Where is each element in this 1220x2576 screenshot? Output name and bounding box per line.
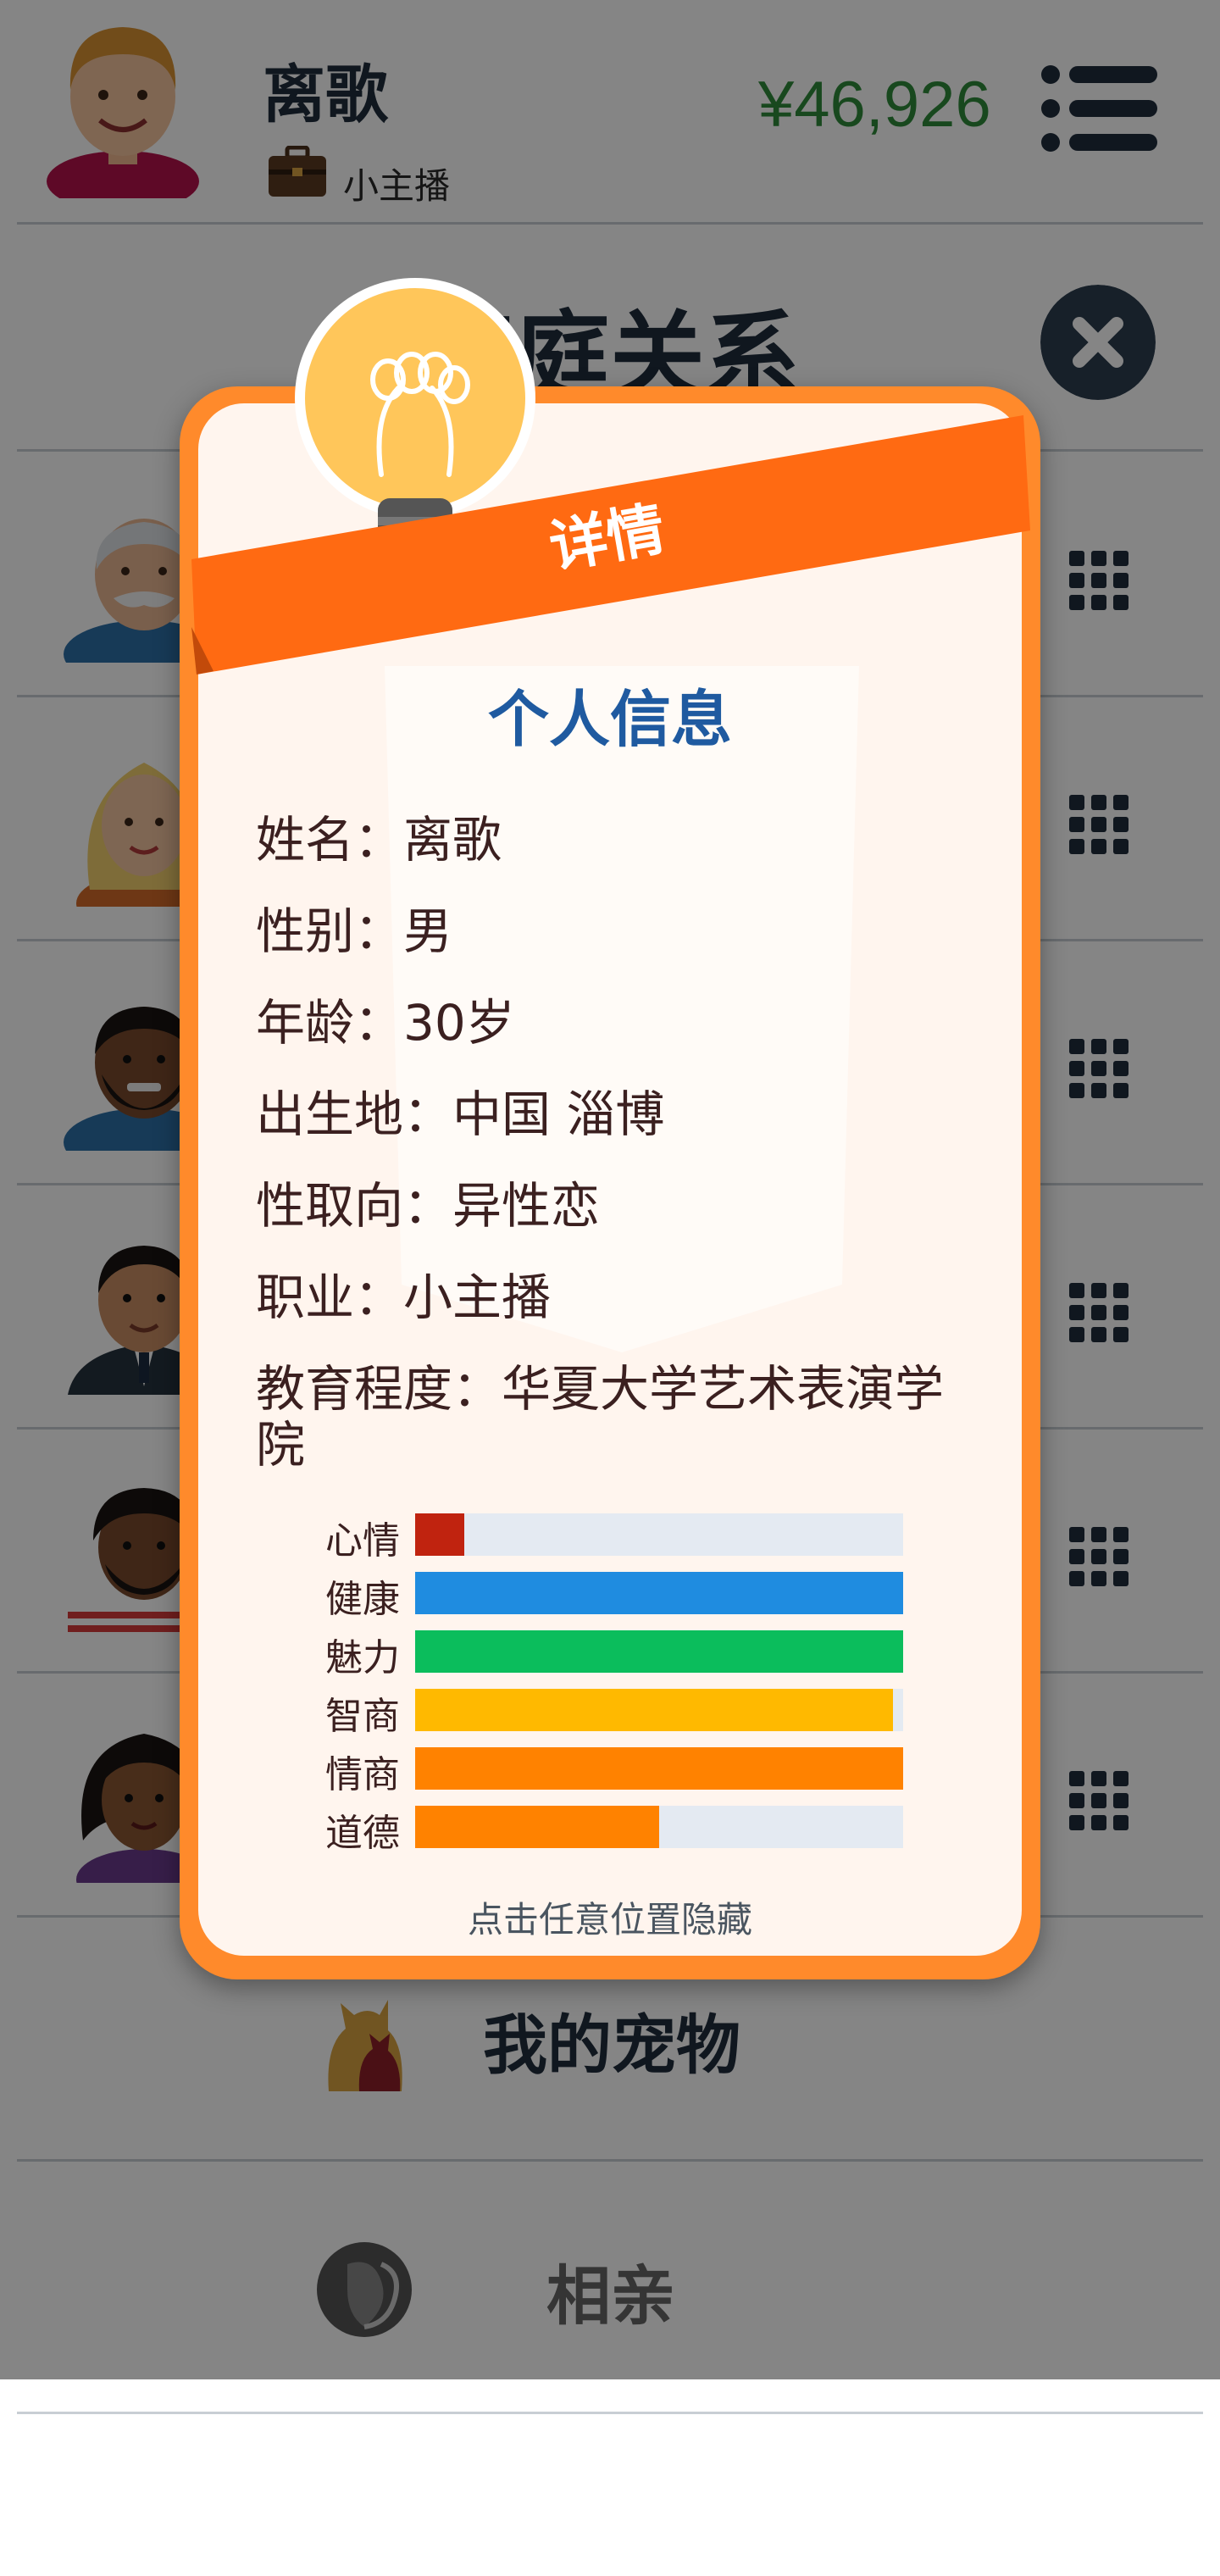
info-title: 个人信息 <box>487 684 732 755</box>
stat-track <box>415 1630 903 1673</box>
info-name: 姓名：离歌 <box>256 811 502 869</box>
page: 离歌 小主播 ¥46,926 家庭关系 我的宠物 相亲 详情 个人信息 姓名：离… <box>0 0 1220 2576</box>
stat-label: 魅力 <box>325 1636 400 1679</box>
stat-track <box>415 1513 903 1556</box>
info-age: 年龄：30岁 <box>256 994 515 1052</box>
stat-fill <box>415 1806 659 1848</box>
dismiss-hint: 点击任意位置隐藏 <box>467 1899 752 1940</box>
stat-track <box>415 1689 903 1731</box>
stat-fill <box>415 1630 903 1673</box>
stat-fill <box>415 1747 903 1790</box>
stat-label: 健康 <box>325 1578 400 1621</box>
stat-fill <box>415 1572 903 1614</box>
stat-row: 智商 <box>298 1689 908 1738</box>
divider <box>17 2412 1203 2414</box>
stat-label: 情商 <box>325 1753 400 1796</box>
stat-row: 情商 <box>298 1747 908 1796</box>
stat-fill <box>415 1513 464 1556</box>
stat-track <box>415 1572 903 1614</box>
info-occupation: 职业：小主播 <box>256 1269 552 1326</box>
stat-fill <box>415 1689 893 1731</box>
info-orientation: 性取向：异性恋 <box>256 1177 601 1235</box>
stat-label: 心情 <box>325 1519 400 1563</box>
stat-row: 魅力 <box>298 1630 908 1679</box>
stat-track <box>415 1806 903 1848</box>
stat-label: 道德 <box>325 1812 400 1855</box>
info-birthplace: 出生地：中国 淄博 <box>256 1085 665 1143</box>
stat-row: 心情 <box>298 1513 908 1563</box>
stat-row: 健康 <box>298 1572 908 1621</box>
stat-label: 智商 <box>325 1695 400 1738</box>
info-gender: 性别：男 <box>256 902 453 960</box>
info-education: 教育程度：华夏大学艺术表演学院 <box>256 1360 945 1474</box>
stat-track <box>415 1747 903 1790</box>
stat-row: 道德 <box>298 1806 908 1855</box>
